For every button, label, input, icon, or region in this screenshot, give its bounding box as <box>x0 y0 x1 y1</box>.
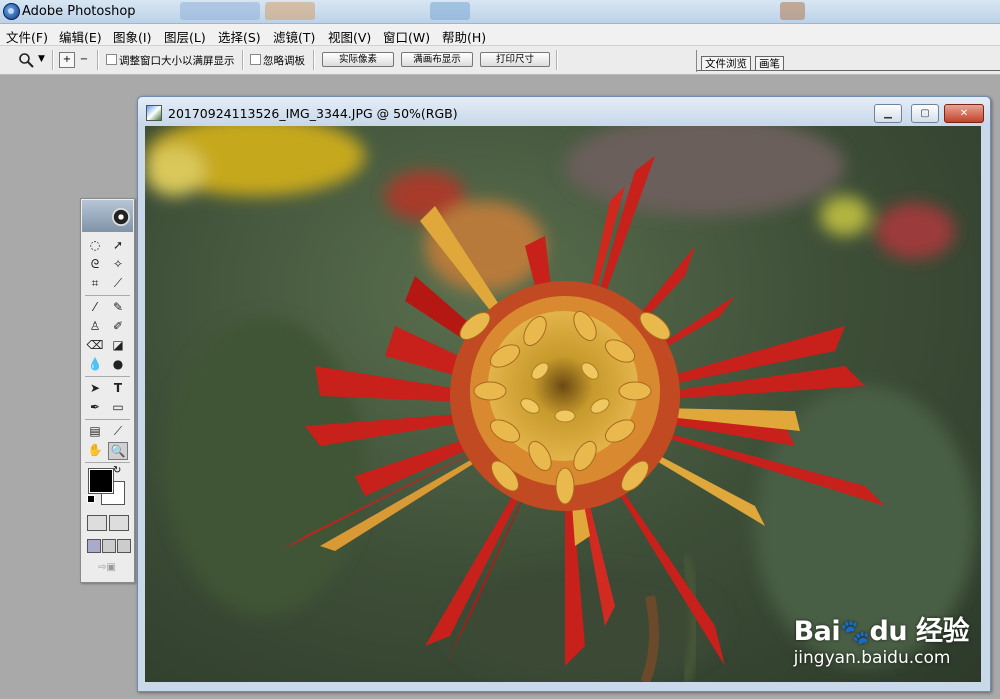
watermark-du: du <box>869 616 908 647</box>
maximize-icon: ▢ <box>920 108 930 119</box>
path-selection-icon[interactable]: ➤ <box>85 379 105 397</box>
app-title: Adobe Photoshop <box>22 4 136 19</box>
quick-mask-icon[interactable] <box>109 515 129 531</box>
menu-filter[interactable]: 滤镜(T) <box>273 27 315 46</box>
type-tool-icon[interactable]: T <box>108 379 128 397</box>
watermark-jingyan: 经验 <box>916 616 970 647</box>
zoom-out-icon[interactable]: − <box>76 52 92 68</box>
zoom-in-icon[interactable]: + <box>59 52 75 68</box>
clone-stamp-icon[interactable]: ♙ <box>85 317 105 335</box>
shape-tool-icon[interactable]: ▭ <box>108 398 128 416</box>
foreground-color-swatch[interactable] <box>88 468 114 494</box>
history-brush-icon[interactable]: ✐ <box>108 317 128 335</box>
background-window-ghost <box>780 2 805 20</box>
standard-screen-icon[interactable] <box>87 539 101 553</box>
ignore-palettes-label: 忽略调板 <box>263 55 305 67</box>
close-icon: ✕ <box>959 108 969 119</box>
resize-windows-checkbox[interactable] <box>106 54 117 65</box>
separator <box>85 295 130 296</box>
chrysanthemum-photo <box>145 126 975 682</box>
menu-select[interactable]: 选择(S) <box>218 27 261 46</box>
zoom-icon[interactable] <box>18 52 34 68</box>
standard-mode-icon[interactable] <box>87 515 107 531</box>
watermark-url: jingyan.baidu.com <box>793 648 951 668</box>
background-window-ghost <box>430 2 470 20</box>
swap-colors-icon[interactable]: ↻ <box>113 465 121 476</box>
document-window: 20170924113526_IMG_3344.JPG @ 50%(RGB) ▁… <box>137 96 991 692</box>
menu-view[interactable]: 视图(V) <box>328 27 371 46</box>
zoom-tool-icon[interactable]: 🔍 <box>108 442 128 460</box>
tool-preset-dropdown-icon[interactable]: ▼ <box>38 54 45 64</box>
palette-well-divider <box>697 70 1000 71</box>
fit-on-screen-button[interactable]: 满画布显示 <box>401 52 473 67</box>
paw-icon: 🐾 <box>840 618 870 646</box>
menu-file[interactable]: 文件(F) <box>6 27 48 46</box>
menu-edit[interactable]: 编辑(E) <box>59 27 102 46</box>
marquee-tool-icon[interactable]: ◌ <box>85 236 105 254</box>
jump-to-imageready-icon[interactable]: ⇨▣ <box>89 561 125 575</box>
eyedropper-icon[interactable]: ⟋ <box>108 422 128 440</box>
app-title-bar: Adobe Photoshop <box>0 0 1000 24</box>
resize-windows-label: 调整窗口大小以满屏显示 <box>119 55 235 67</box>
maximize-button[interactable]: ▢ <box>911 104 939 123</box>
background-window-ghost <box>265 2 315 20</box>
menu-bar: 文件(F) 编辑(E) 图象(I) 图层(L) 选择(S) 滤镜(T) 视图(V… <box>0 24 1000 46</box>
separator <box>313 50 315 70</box>
separator <box>242 50 244 70</box>
menu-image[interactable]: 图象(I) <box>113 27 151 46</box>
separator <box>556 50 558 70</box>
slice-tool-icon[interactable]: ⟋ <box>108 274 128 292</box>
hand-tool-icon[interactable]: ✋ <box>85 441 105 459</box>
paint-bucket-icon[interactable]: ◪ <box>108 336 128 354</box>
watermark-bai: Bai <box>793 616 841 647</box>
separator <box>97 50 99 70</box>
full-screen-menu-icon[interactable] <box>102 539 116 553</box>
document-titlebar[interactable]: 20170924113526_IMG_3344.JPG @ 50%(RGB) ▁… <box>138 97 990 125</box>
notes-tool-icon[interactable]: ▤ <box>85 422 105 440</box>
toolbox-header[interactable] <box>82 200 133 232</box>
menu-window[interactable]: 窗口(W) <box>383 27 430 46</box>
crop-tool-icon[interactable]: ⌗ <box>85 274 105 292</box>
separator <box>52 50 54 70</box>
tab-brushes[interactable]: 画笔 <box>755 56 784 71</box>
photoshop-logo-icon <box>3 3 20 20</box>
background-window-ghost <box>180 2 260 20</box>
menu-layer[interactable]: 图层(L) <box>164 27 206 46</box>
document-title: 20170924113526_IMG_3344.JPG @ 50%(RGB) <box>168 106 458 121</box>
toolbox-palette: ◌ ➚ ᘓ ✧ ⌗ ⟋ ⁄ ✎ ♙ ✐ ⌫ ◪ 💧 ● ➤ T ✒ ▭ ▤ ⟋ … <box>80 198 135 583</box>
tab-file-browser[interactable]: 文件浏览 <box>701 56 751 71</box>
lasso-tool-icon[interactable]: ᘓ <box>85 255 105 273</box>
blur-tool-icon[interactable]: 💧 <box>85 355 105 373</box>
baidu-jingyan-logo: Bai🐾du 经验 <box>793 609 970 648</box>
pen-tool-icon[interactable]: ✒ <box>85 398 105 416</box>
ignore-palettes-checkbox[interactable] <box>250 54 261 65</box>
palette-well: 文件浏览 画笔 <box>696 50 1000 72</box>
image-file-icon <box>146 105 162 121</box>
brush-tool-icon[interactable]: ✎ <box>108 298 128 316</box>
healing-brush-icon[interactable]: ⁄ <box>85 298 105 316</box>
separator <box>85 376 130 377</box>
separator <box>85 462 130 463</box>
dodge-tool-icon[interactable]: ● <box>108 355 128 373</box>
actual-pixels-button[interactable]: 实际像素 <box>322 52 394 67</box>
image-canvas[interactable]: Bai🐾du 经验 jingyan.baidu.com <box>145 126 981 682</box>
menu-help[interactable]: 帮助(H) <box>442 27 486 46</box>
move-tool-icon[interactable]: ➚ <box>108 236 128 254</box>
separator <box>85 419 130 420</box>
print-size-button[interactable]: 打印尺寸 <box>480 52 550 67</box>
close-button[interactable]: ✕ <box>944 104 984 123</box>
default-colors-icon[interactable] <box>87 495 95 503</box>
minimize-button[interactable]: ▁ <box>874 104 902 123</box>
adobe-online-eye-icon[interactable] <box>112 208 130 226</box>
full-screen-icon[interactable] <box>117 539 131 553</box>
magic-wand-icon[interactable]: ✧ <box>108 255 128 273</box>
eraser-tool-icon[interactable]: ⌫ <box>85 336 105 354</box>
baidu-watermark: Bai🐾du 经验 jingyan.baidu.com <box>793 609 970 668</box>
minimize-icon: ▁ <box>884 108 892 119</box>
